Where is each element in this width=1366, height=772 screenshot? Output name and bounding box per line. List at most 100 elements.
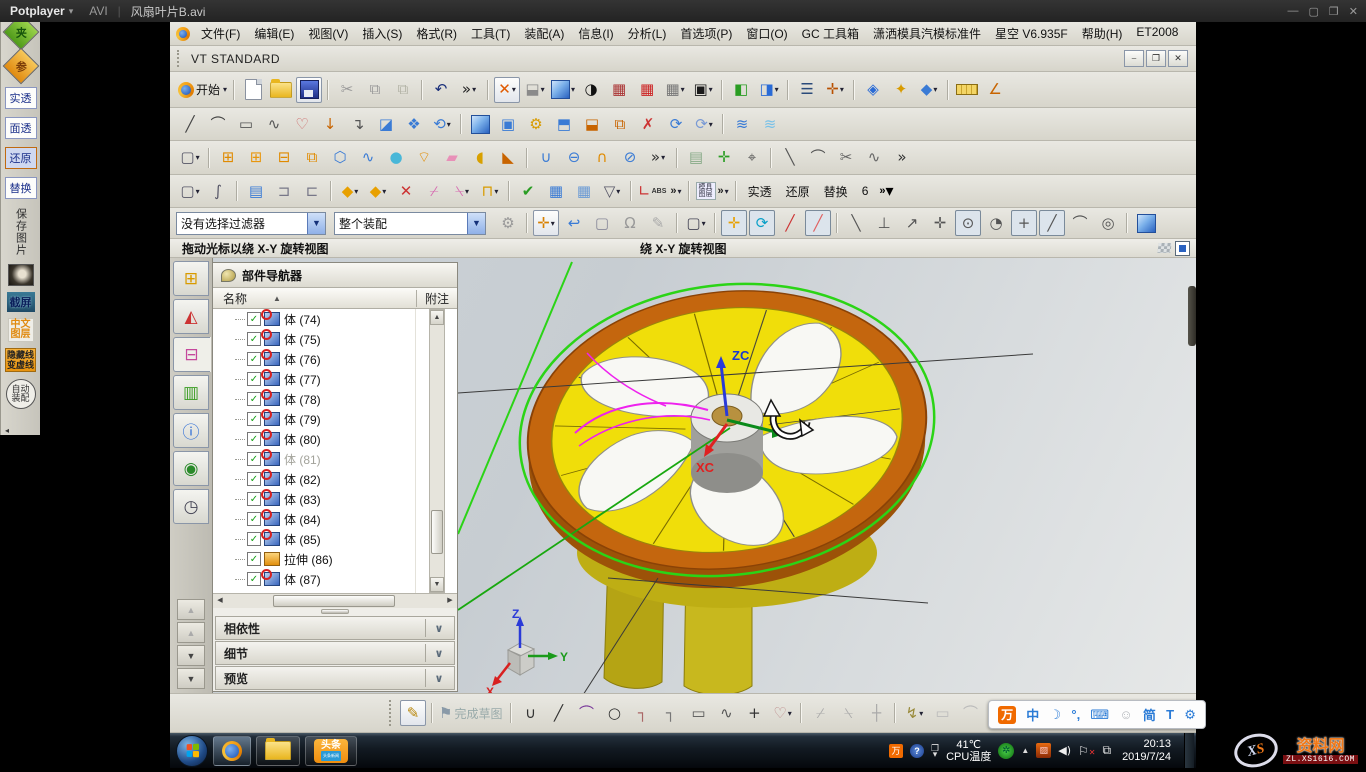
menu-item-13[interactable]: 星空 V6.935F <box>988 22 1075 45</box>
snap-rotate-icon[interactable]: ⟳ <box>749 210 775 236</box>
quick-extend-icon[interactable]: ⍀ <box>835 700 861 726</box>
datum-plane-icon[interactable]: ◧ <box>728 77 754 103</box>
help-tray-icon[interactable]: ? <box>910 744 924 758</box>
menu-item-0[interactable]: 文件(F) <box>194 22 247 45</box>
ime-simplified-icon[interactable]: 简 <box>1143 705 1156 724</box>
pp-minimize-icon[interactable]: — <box>1288 5 1299 18</box>
note-icon[interactable]: ▤ <box>243 178 269 204</box>
gem-tool-icon[interactable]: ◆▾ <box>337 178 363 204</box>
selection-filter-dropdown[interactable]: 没有选择过滤器 ▼ <box>176 212 326 235</box>
tree-checkbox[interactable]: ✓ <box>247 312 261 326</box>
menu-item-2[interactable]: 视图(V) <box>301 22 355 45</box>
web-browser-tab[interactable]: ◉ <box>173 451 209 486</box>
tree-checkbox[interactable]: ✓ <box>247 532 261 546</box>
volume-icon[interactable]: ◀) <box>1058 744 1071 757</box>
mold-layer-button[interactable]: 模具图层»▾ <box>695 178 730 204</box>
snap-point-on-face-icon[interactable]: ◎ <box>1095 210 1121 236</box>
pin-icon[interactable]: ✎ <box>645 210 671 236</box>
clip-section-icon[interactable]: ⊐ <box>271 178 297 204</box>
start-button[interactable] <box>176 735 208 767</box>
target-point-icon[interactable]: ⌖ <box>739 145 765 171</box>
menu-item-6[interactable]: 装配(A) <box>517 22 571 45</box>
potplayer-window-controls[interactable]: —▢❐✕ <box>1288 5 1359 18</box>
ime-toolbar[interactable]: 万中☽°,⌨☺简T⚙ <box>988 700 1206 729</box>
macro-restore-side-button[interactable]: 还原 <box>5 147 37 169</box>
trim-body-icon[interactable]: ⊘ <box>617 145 643 171</box>
measure-angle-icon[interactable]: ∠ <box>982 77 1008 103</box>
network-icon[interactable]: ⧉ <box>1102 743 1111 758</box>
constraint-navigator-tab[interactable]: ◭ <box>173 299 209 334</box>
new-file-icon[interactable] <box>240 77 266 103</box>
undo-selection-icon[interactable]: ↩ <box>561 210 587 236</box>
pp-maximize-icon[interactable]: ▢ <box>1309 5 1319 18</box>
macro-solid-transparent-side-button[interactable]: 实透 <box>5 87 37 109</box>
finish-flag-icon[interactable] <box>1157 243 1171 253</box>
sketch-point-icon[interactable]: + <box>741 700 767 726</box>
menu-item-5[interactable]: 工具(T) <box>464 22 517 45</box>
tray-expand-icon[interactable]: ❐▾ <box>931 745 939 757</box>
wireframe-dim-icon[interactable]: ▦ <box>606 77 632 103</box>
tray-overflow-icon[interactable]: ▲ <box>1021 746 1029 755</box>
bom-table-icon[interactable]: ▦ <box>543 178 569 204</box>
tree-checkbox[interactable]: ✓ <box>247 472 261 486</box>
ime-settings-icon[interactable]: ⚙ <box>1184 707 1196 723</box>
key-tool-icon[interactable]: ✦ <box>888 77 914 103</box>
constraints-icon[interactable]: ↯▾ <box>901 700 927 726</box>
variational-sweep-icon[interactable]: ≋ <box>757 111 783 137</box>
assembly-constraints-icon[interactable]: ∿ <box>355 145 381 171</box>
save-icon[interactable] <box>296 77 322 103</box>
nx-window-controls[interactable]: ⎯❐✕ <box>1124 50 1188 67</box>
chamfer-icon[interactable]: ◣ <box>495 145 521 171</box>
open-file-icon[interactable] <box>268 77 294 103</box>
reuse-library-tab[interactable]: ▥ <box>173 375 209 410</box>
snap-tangent-icon[interactable]: ⌒ <box>1067 210 1093 236</box>
move-component-icon[interactable]: ⬡ <box>327 145 353 171</box>
toolbar-grip[interactable] <box>177 50 183 68</box>
snap-point-icon[interactable]: + <box>1011 210 1037 236</box>
wcs-icon[interactable]: ✛▾ <box>822 77 848 103</box>
panel-splitter[interactable] <box>213 608 457 615</box>
more-tools-icon[interactable]: »▾ <box>645 145 671 171</box>
marquee-select-icon[interactable]: ▢▾ <box>683 210 709 236</box>
diamond-tool-icon[interactable]: ◈ <box>860 77 886 103</box>
gpu-tray-icon[interactable]: ▨ <box>1036 743 1051 758</box>
taskbar-app-toutiao[interactable]: 头条头条新闻 <box>305 736 357 766</box>
wcs-abs-icon[interactable]: ∟ABS»▾ <box>637 178 683 204</box>
tree-item[interactable]: ✓体 (80) <box>213 429 457 449</box>
macro-save-image-button[interactable]: 保存图片 <box>13 208 29 256</box>
tree-checkbox[interactable]: ✓ <box>247 352 261 366</box>
tree-item[interactable]: ✓体 (76) <box>213 349 457 369</box>
sketch-icon[interactable]: ✎ <box>400 700 426 726</box>
tree-checkbox[interactable]: ✓ <box>247 332 261 346</box>
toolbar-grip[interactable] <box>389 700 395 727</box>
snap-line-icon[interactable]: ╱ <box>777 210 803 236</box>
menu-item-9[interactable]: 首选项(P) <box>673 22 739 45</box>
window-view-icon[interactable]: ▢▾ <box>177 145 203 171</box>
history-tab[interactable]: ◷ <box>173 489 209 524</box>
sketch-arc-icon[interactable]: ⌒ <box>573 700 599 726</box>
tree-item[interactable]: ✓体 (77) <box>213 369 457 389</box>
dropdown-arrow-icon[interactable]: ▼ <box>307 213 325 234</box>
shaded-cube-icon[interactable] <box>1133 210 1159 236</box>
ime-chinese-icon[interactable]: 中 <box>1026 705 1039 724</box>
ime-punctuation-icon[interactable]: °, <box>1071 707 1080 722</box>
undo-icon[interactable]: ↶ <box>428 77 454 103</box>
macro-screenshot-button[interactable]: 截屏 <box>7 292 35 312</box>
display-mode-icon[interactable]: ⬓▾ <box>522 77 548 103</box>
swoosh-tool-icon[interactable]: ⌔ <box>411 145 437 171</box>
scroll-left-icon[interactable]: ◀ <box>214 595 226 605</box>
block-icon[interactable]: ▣ <box>495 111 521 137</box>
component-array-icon[interactable]: ⊟ <box>271 145 297 171</box>
macro-auto-assemble-button[interactable]: 自动装配 <box>6 379 36 409</box>
diamond-tool2-icon[interactable]: ◆▾ <box>916 77 942 103</box>
intersection-curve-icon[interactable]: ↴ <box>345 111 371 137</box>
tree-checkbox[interactable]: ✓ <box>247 572 261 586</box>
white-cube-icon[interactable]: ▢ <box>589 210 615 236</box>
dim-arc-icon[interactable]: ⌒ <box>957 700 983 726</box>
taskbar-app-explorer[interactable] <box>256 736 300 766</box>
tree-item[interactable]: ✓体 (82) <box>213 469 457 489</box>
point-tool-icon[interactable]: ✛ <box>711 145 737 171</box>
close-window-icon[interactable]: ✕▾ <box>494 77 520 103</box>
feature-tree[interactable]: ✓体 (74)✓体 (75)✓体 (76)✓体 (77)✓体 (78)✓体 (7… <box>213 309 457 593</box>
fan-speed-tray-icon[interactable]: ✲ <box>998 743 1014 759</box>
